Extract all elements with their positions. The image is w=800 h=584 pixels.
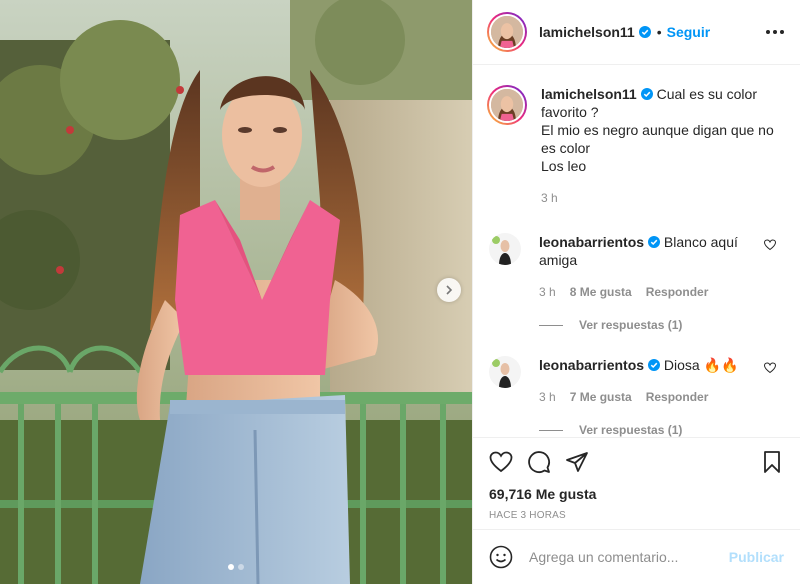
commenter-avatar-image: [489, 356, 521, 388]
commenter-username[interactable]: leonabarrientos: [539, 357, 644, 373]
post-view: lamichelson11 • Seguir lamichelson11 Cua…: [0, 0, 800, 584]
comment-text: amiga: [539, 252, 578, 268]
post-timestamp[interactable]: HACE 3 HORAS: [489, 510, 784, 521]
action-icons: [489, 448, 784, 476]
caption-text: Cual es su color: [656, 86, 757, 102]
replies-line: [539, 324, 563, 326]
like-heart-icon[interactable]: [489, 450, 513, 474]
add-comment-bar: Publicar: [473, 529, 800, 584]
caption-username[interactable]: lamichelson11: [541, 86, 637, 102]
comment-likes[interactable]: 8 Me gusta: [570, 283, 632, 301]
comment-item: leonabarrientos Blanco aquí amiga 3 h 8 …: [487, 233, 784, 301]
post-media[interactable]: [0, 0, 472, 584]
caption-time[interactable]: 3 h: [541, 189, 558, 207]
caption-meta: 3 h: [541, 189, 774, 207]
comment-likes[interactable]: 7 Me gusta: [570, 388, 632, 406]
caption-text: Los leo: [541, 158, 587, 174]
comment-time[interactable]: 3 h: [539, 283, 556, 301]
save-bookmark-icon[interactable]: [760, 450, 784, 474]
comment-body: leonabarrientos Diosa 🔥🔥 3 h 7 Me gusta …: [539, 356, 745, 406]
view-replies-button[interactable]: Ver respuestas (1): [539, 423, 784, 437]
share-paper-plane-icon[interactable]: [565, 450, 589, 474]
commenter-username[interactable]: leonabarrientos: [539, 234, 644, 250]
comment-input[interactable]: [529, 549, 729, 565]
verified-badge-icon: [640, 88, 653, 100]
replies-line: [539, 429, 563, 431]
post-photo: [0, 0, 472, 584]
caption-text: El mio es negro aunque digan que no: [541, 122, 774, 138]
reply-button[interactable]: Responder: [646, 283, 709, 301]
follow-button[interactable]: Seguir: [667, 24, 711, 40]
view-replies-button[interactable]: Ver respuestas (1): [539, 318, 784, 332]
emoji-smiley-icon[interactable]: [489, 545, 513, 569]
comment-meta: 3 h 7 Me gusta Responder: [539, 388, 745, 406]
caption-text: es color: [541, 140, 591, 156]
view-replies-label: Ver respuestas (1): [579, 318, 683, 332]
post-header: lamichelson11 • Seguir: [473, 0, 800, 65]
author-avatar-image: [491, 16, 523, 48]
carousel-indicator: [0, 564, 472, 570]
comment-time[interactable]: 3 h: [539, 388, 556, 406]
caption-avatar[interactable]: [487, 85, 527, 125]
view-replies-label: Ver respuestas (1): [579, 423, 683, 437]
comment-meta: 3 h 8 Me gusta Responder: [539, 283, 745, 301]
carousel-dot-active: [228, 564, 234, 570]
commenter-avatar[interactable]: [489, 233, 521, 265]
verified-badge-icon: [638, 26, 651, 38]
carousel-dot: [238, 564, 244, 570]
publish-button[interactable]: Publicar: [729, 549, 784, 565]
caption-body: lamichelson11 Cual es su color favorito …: [541, 85, 774, 207]
next-slide-button[interactable]: [437, 278, 461, 302]
post-actions: 69,716 Me gusta HACE 3 HORAS: [473, 437, 800, 529]
verified-badge-icon: [648, 236, 661, 248]
comment-item: leonabarrientos Diosa 🔥🔥 3 h 7 Me gusta …: [487, 356, 784, 406]
comment-text: Diosa 🔥🔥: [663, 357, 739, 373]
author-username[interactable]: lamichelson11: [539, 24, 651, 40]
separator-dot: •: [656, 24, 662, 40]
likes-count[interactable]: 69,716 Me gusta: [489, 486, 784, 502]
comments-list[interactable]: lamichelson11 Cual es su color favorito …: [473, 65, 800, 437]
post-caption: lamichelson11 Cual es su color favorito …: [487, 85, 784, 207]
comment-text: Blanco aquí: [663, 234, 738, 250]
reply-button[interactable]: Responder: [646, 388, 709, 406]
like-comment-heart-icon[interactable]: [764, 362, 776, 374]
more-options-icon[interactable]: [766, 30, 784, 34]
caption-text: favorito ?: [541, 104, 599, 120]
post-side-panel: lamichelson11 • Seguir lamichelson11 Cua…: [472, 0, 800, 584]
commenter-avatar[interactable]: [489, 356, 521, 388]
like-comment-heart-icon[interactable]: [764, 239, 776, 251]
comment-body: leonabarrientos Blanco aquí amiga 3 h 8 …: [539, 233, 745, 301]
commenter-avatar-image: [489, 233, 521, 265]
comment-bubble-icon[interactable]: [527, 450, 551, 474]
chevron-right-icon: [446, 285, 453, 295]
author-avatar[interactable]: [487, 12, 527, 52]
verified-badge-icon: [648, 359, 661, 371]
caption-avatar-image: [491, 89, 523, 121]
